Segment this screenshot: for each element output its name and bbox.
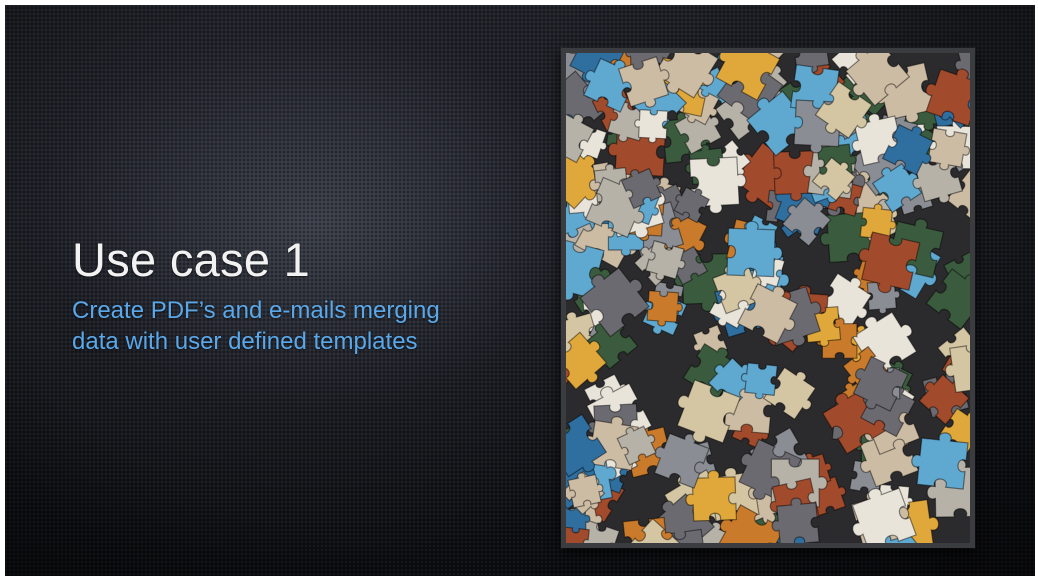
presentation-slide: Use case 1 Create PDF’s and e-mails merg…: [5, 5, 1035, 576]
puzzle-pieces-photo: [566, 53, 970, 543]
photo-frame: [561, 48, 975, 548]
slide-subtitle: Create PDF’s and e-mails merging data wi…: [72, 297, 440, 355]
slide-title: Use case 1: [72, 233, 311, 286]
